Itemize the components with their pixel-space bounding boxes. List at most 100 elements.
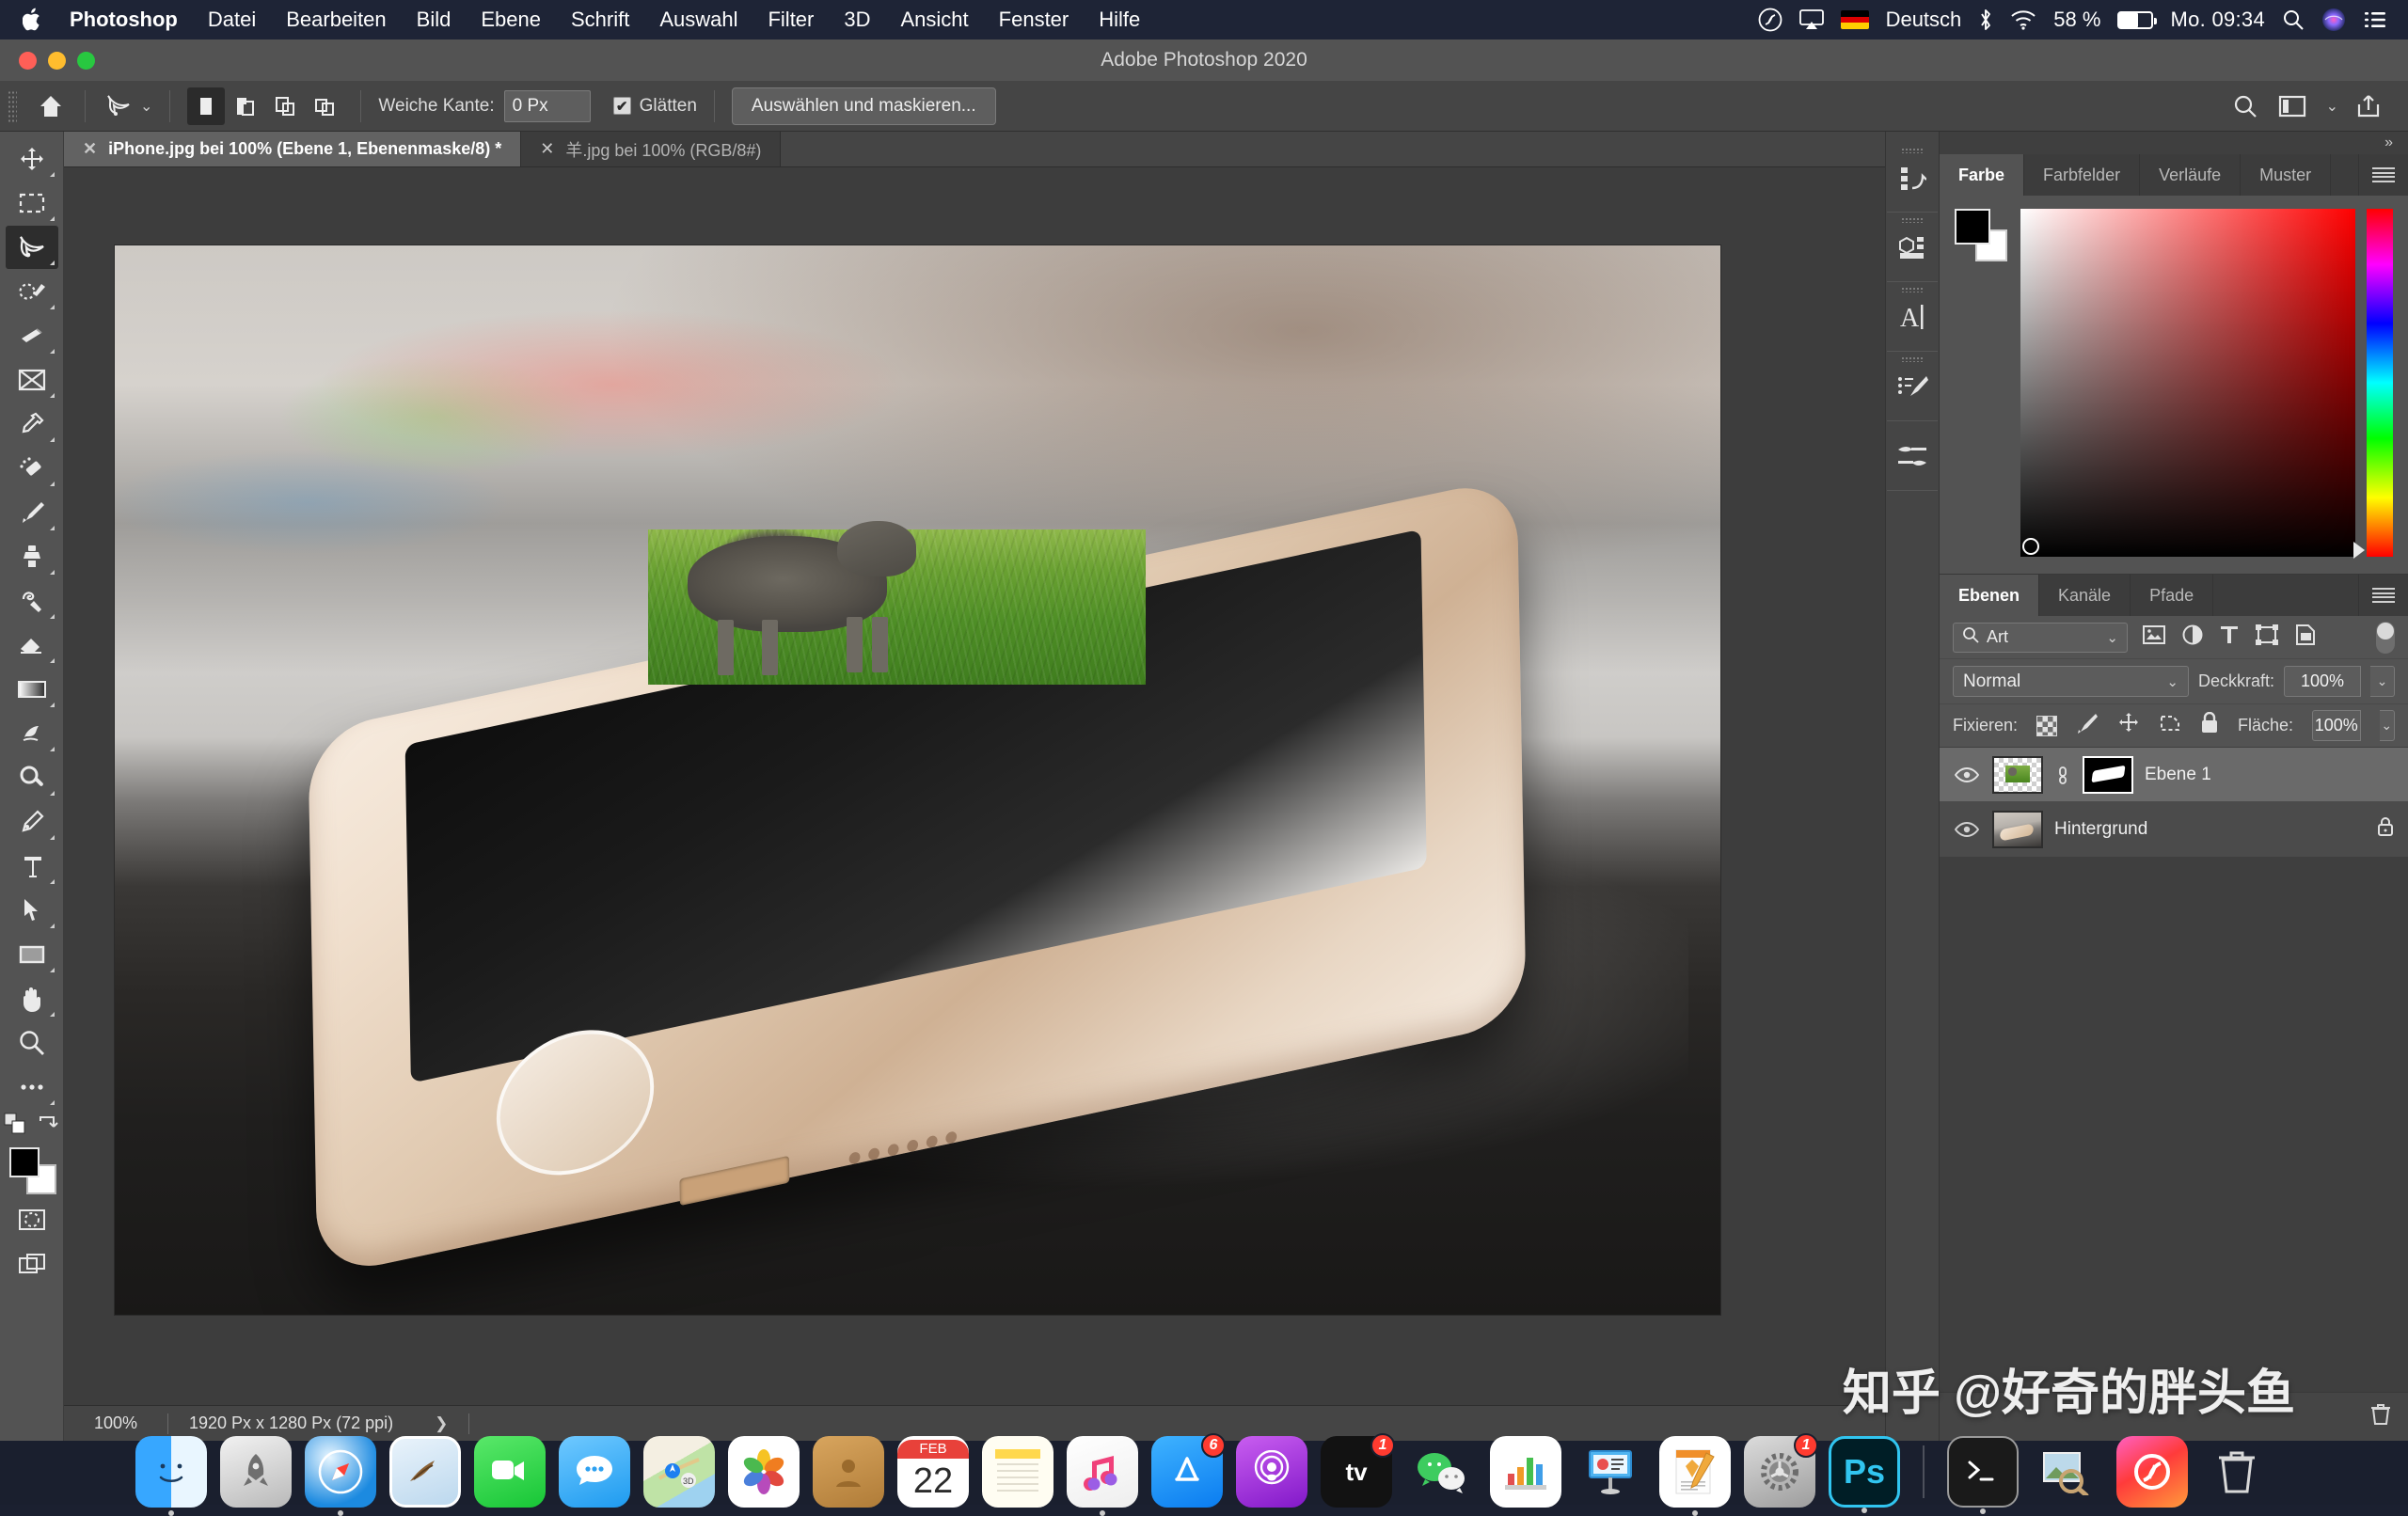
smart-object-filter-icon[interactable]: [2295, 624, 2316, 651]
chevron-right-icon[interactable]: ❯: [435, 1414, 448, 1433]
dock-item-pages[interactable]: [1659, 1436, 1731, 1516]
eyedropper-tool[interactable]: [6, 403, 58, 446]
foreground-color-swatch[interactable]: [8, 1147, 40, 1177]
pen-tool[interactable]: [6, 800, 58, 844]
shape-filter-icon[interactable]: [2256, 624, 2278, 650]
tool-preset-picker[interactable]: ⌄: [91, 81, 164, 132]
chevron-down-icon[interactable]: ⌄: [2326, 97, 2338, 116]
spotlight-search-icon[interactable]: [2282, 8, 2305, 31]
dock-item-messages[interactable]: [559, 1436, 630, 1508]
hue-slider[interactable]: [2353, 209, 2393, 559]
history-panel-icon[interactable]: [1887, 143, 1938, 213]
tab-farbfelder[interactable]: Farbfelder: [2024, 154, 2141, 196]
home-button[interactable]: [23, 81, 79, 132]
collapse-panels-icon[interactable]: »: [1940, 132, 2408, 154]
dock-item-calendar[interactable]: FEB 22: [897, 1436, 969, 1508]
eye-icon[interactable]: [1953, 821, 1981, 838]
lock-artboard-icon[interactable]: [2159, 713, 2181, 738]
opacity-stepper[interactable]: ⌄: [2370, 666, 2395, 697]
dock-item-numbers[interactable]: [1490, 1436, 1561, 1508]
control-center-icon[interactable]: [2363, 9, 2387, 30]
menu-item-3d[interactable]: 3D: [829, 0, 885, 39]
add-to-selection-button[interactable]: [227, 87, 264, 125]
eraser-tool[interactable]: [6, 624, 58, 667]
dock-item-launchpad[interactable]: [220, 1436, 292, 1508]
dock-item-notes[interactable]: [982, 1436, 1054, 1508]
history-brush-tool[interactable]: [6, 579, 58, 623]
options-bar-grip[interactable]: [8, 89, 17, 122]
color-picker-handle[interactable]: [2022, 538, 2039, 555]
rectangular-marquee-tool[interactable]: [6, 182, 58, 225]
tab-pfade[interactable]: Pfade: [2131, 575, 2214, 616]
artboard[interactable]: [115, 245, 1720, 1315]
lock-all-icon[interactable]: [2200, 711, 2219, 739]
tab-ebenen[interactable]: Ebenen: [1940, 575, 2040, 616]
siri-icon[interactable]: [2321, 8, 2346, 32]
panel-menu-icon[interactable]: [2359, 575, 2408, 616]
menu-item-datei[interactable]: Datei: [193, 0, 271, 39]
panel-menu-icon[interactable]: [2359, 154, 2408, 196]
crop-tool[interactable]: [6, 314, 58, 357]
delete-layer-icon[interactable]: [2370, 1403, 2391, 1430]
input-language-label[interactable]: Deutsch: [1886, 8, 1962, 32]
hand-tool[interactable]: [6, 977, 58, 1020]
workspace-icon[interactable]: [2275, 89, 2309, 123]
lasso-tool[interactable]: [5, 226, 58, 269]
eye-icon[interactable]: [1953, 766, 1981, 783]
dock-item-podcasts[interactable]: [1236, 1436, 1307, 1508]
blur-tool[interactable]: [6, 712, 58, 755]
hue-slider-handle[interactable]: [2353, 542, 2365, 559]
blend-mode-select[interactable]: Normal ⌄: [1953, 666, 2189, 697]
layer-name[interactable]: Hintergrund: [2054, 819, 2147, 840]
dock-item-app-store[interactable]: 6: [1151, 1433, 1226, 1508]
dock-item-trash[interactable]: [2201, 1436, 2273, 1508]
dock-item-mail[interactable]: [389, 1436, 461, 1508]
dock-item-contacts[interactable]: [813, 1436, 884, 1508]
airplay-icon[interactable]: [1798, 9, 1824, 30]
swap-colors-icon[interactable]: [38, 1113, 60, 1139]
path-selection-tool[interactable]: [6, 889, 58, 932]
wifi-icon[interactable]: [2010, 9, 2036, 30]
opacity-value[interactable]: 100%: [2284, 666, 2361, 697]
apple-logo-icon[interactable]: [21, 6, 45, 34]
layer-filter-enable-toggle[interactable]: [2376, 621, 2395, 654]
fill-stepper[interactable]: ⌄: [2379, 710, 2395, 741]
adjustment-filter-icon[interactable]: [2182, 624, 2203, 650]
antialias-checkbox[interactable]: ✔: [612, 97, 631, 115]
select-and-mask-button[interactable]: Auswählen und maskieren...: [731, 87, 996, 125]
document-info-cell[interactable]: 1920 Px x 1280 Px (72 ppi) ❯: [168, 1413, 468, 1433]
menu-item-bild[interactable]: Bild: [402, 0, 467, 39]
dock-item-keynote[interactable]: [1575, 1436, 1646, 1508]
tab-farbe[interactable]: Farbe: [1940, 154, 2025, 196]
close-icon[interactable]: ✕: [540, 139, 554, 159]
rectangle-tool[interactable]: [6, 933, 58, 976]
antialias-control[interactable]: ✔ Glätten: [602, 81, 708, 132]
edit-toolbar-button[interactable]: [6, 1066, 58, 1109]
close-icon[interactable]: ✕: [83, 139, 97, 159]
search-icon[interactable]: [2228, 89, 2262, 123]
screen-mode-button[interactable]: [6, 1242, 58, 1286]
type-tool[interactable]: [6, 845, 58, 888]
brush-tool[interactable]: [6, 491, 58, 534]
menu-item-hilfe[interactable]: Hilfe: [1084, 0, 1155, 39]
spot-healing-brush-tool[interactable]: [6, 447, 58, 490]
gradient-tool[interactable]: [6, 668, 58, 711]
subtract-from-selection-button[interactable]: [266, 87, 304, 125]
layer-name[interactable]: Ebene 1: [2145, 765, 2211, 785]
new-selection-button[interactable]: [187, 87, 226, 125]
menu-bar-clock[interactable]: Mo. 09:34: [2170, 8, 2265, 32]
document-tab-sheep[interactable]: ✕ 羊.jpg bei 100% (RGB/8#): [521, 132, 782, 166]
type-filter-icon[interactable]: [2220, 624, 2239, 650]
move-tool[interactable]: [6, 137, 58, 181]
dodge-tool[interactable]: [6, 756, 58, 799]
3d-panel-icon[interactable]: [1887, 213, 1938, 282]
menu-item-ansicht[interactable]: Ansicht: [886, 0, 984, 39]
dock-item-system-preferences[interactable]: 1: [1744, 1433, 1818, 1508]
dock-item-facetime[interactable]: [474, 1436, 546, 1508]
tab-muster[interactable]: Muster: [2241, 154, 2332, 196]
dock-item-photoshop[interactable]: Ps: [1829, 1436, 1900, 1513]
menu-item-fenster[interactable]: Fenster: [984, 0, 1085, 39]
quick-mask-button[interactable]: [6, 1198, 58, 1241]
tab-verlaeufe[interactable]: Verläufe: [2140, 154, 2242, 196]
lock-image-pixels-icon[interactable]: [2076, 712, 2099, 739]
